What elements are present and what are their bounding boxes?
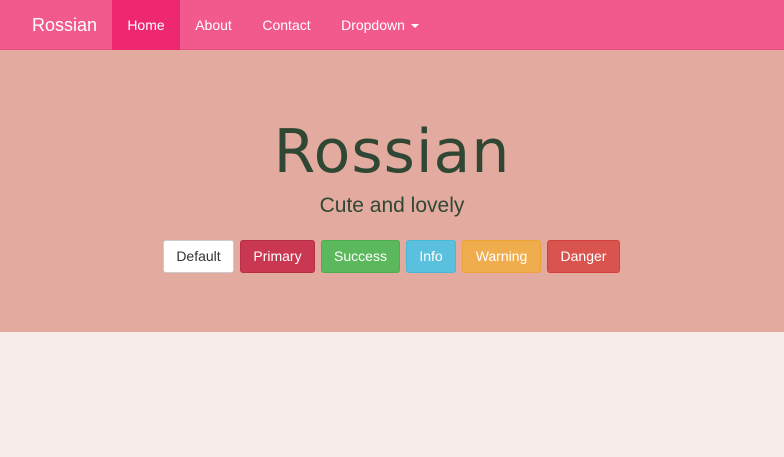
nav-item-contact[interactable]: Contact: [247, 0, 326, 50]
nav-item-contact-label: Contact: [262, 17, 311, 33]
info-button[interactable]: Info: [406, 240, 456, 273]
hero-subtitle: Cute and lovely: [319, 194, 465, 217]
hero-title: Rossian: [273, 117, 511, 187]
nav-item-home-label: Home: [127, 17, 165, 33]
default-button[interactable]: Default: [163, 240, 234, 273]
nav-item-about-label: About: [195, 17, 232, 33]
caret-down-icon: [410, 24, 419, 29]
success-button[interactable]: Success: [321, 240, 400, 273]
nav-item-dropdown[interactable]: Dropdown: [326, 0, 434, 50]
danger-button[interactable]: Danger: [547, 240, 620, 273]
nav-item-dropdown-label: Dropdown: [341, 17, 405, 33]
navbar-brand[interactable]: Rossian: [32, 0, 97, 50]
nav-item-about[interactable]: About: [180, 0, 247, 50]
navbar: Rossian Home About Contact Dropdown: [0, 0, 784, 50]
primary-button[interactable]: Primary: [240, 240, 315, 273]
jumbotron: Rossian Cute and lovely Default Primary …: [0, 50, 784, 332]
warning-button[interactable]: Warning: [462, 240, 541, 273]
nav-item-home[interactable]: Home: [112, 0, 180, 50]
